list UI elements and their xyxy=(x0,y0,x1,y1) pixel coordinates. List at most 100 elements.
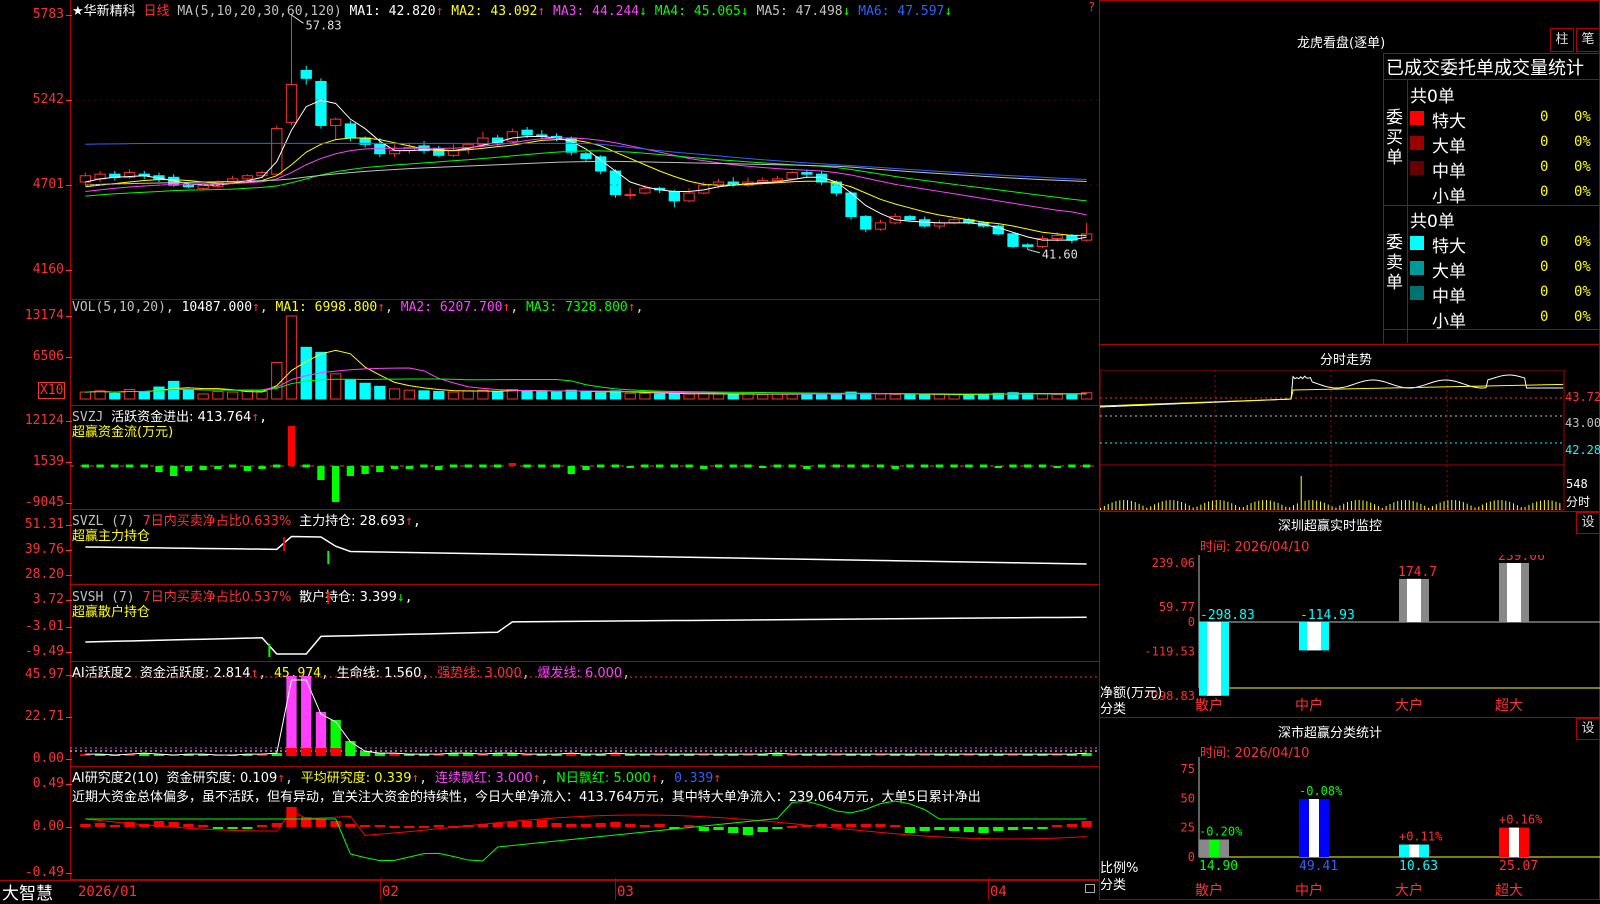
monitor-bar-value: 174.7 xyxy=(1398,565,1437,580)
ai-research-chart[interactable] xyxy=(70,766,1100,880)
svzj-dash xyxy=(906,465,913,468)
intraday-vol-bar xyxy=(1285,507,1286,510)
monitor-bar xyxy=(1399,579,1429,622)
svzj-dash xyxy=(538,465,545,468)
classify-bar-chart[interactable]: 75 50 25 0 -0.20% 14.90 散户 -0.08% 49.41 中户 +0.11% 1… xyxy=(1099,757,1600,900)
intraday-vol-bar xyxy=(1347,502,1348,510)
intraday-chart[interactable] xyxy=(1099,370,1600,511)
volume-chart[interactable] xyxy=(70,299,1100,406)
intraday-vol-bar xyxy=(1474,507,1475,510)
candle-body xyxy=(905,217,915,220)
candle-body xyxy=(183,185,193,187)
volume-bar xyxy=(1067,394,1077,399)
intraday-vol-bar xyxy=(1490,501,1491,510)
ai-active-base-bar xyxy=(301,748,311,756)
svzl-chart[interactable] xyxy=(70,509,1100,585)
ai-research-bar xyxy=(434,825,444,827)
candle-body xyxy=(669,191,679,200)
intraday-vol-bar xyxy=(1544,500,1545,510)
svsh-chart[interactable] xyxy=(70,584,1100,662)
volume-bar xyxy=(728,395,738,399)
x-divider-feb xyxy=(380,878,381,900)
classify-bar xyxy=(1399,845,1429,857)
intraday-price-mid: 43.00 xyxy=(1565,416,1600,430)
lhk-row-percent: 0% xyxy=(1574,109,1591,125)
svzj-dash xyxy=(877,465,884,468)
intraday-vol-bar xyxy=(1177,501,1178,510)
svzj-chart[interactable] xyxy=(70,405,1100,510)
classify-bar xyxy=(1499,828,1529,857)
volume-bar xyxy=(684,394,694,399)
classify-bar-change: -0.08% xyxy=(1299,784,1343,798)
intraday-vol-bar xyxy=(1424,506,1425,510)
intraday-vol-bar xyxy=(1262,500,1263,510)
ai-research-bar xyxy=(875,824,885,827)
candle-body xyxy=(875,223,885,229)
candle-body xyxy=(375,144,385,153)
bar-mode-button[interactable]: 柱 xyxy=(1550,28,1574,52)
ai-research-bar xyxy=(316,819,326,827)
vol-ma1-line xyxy=(85,350,1086,394)
svzj-dash xyxy=(420,465,427,468)
ai-research-bar xyxy=(890,825,900,827)
ai-research-bar xyxy=(787,826,797,828)
intraday-vol-bar xyxy=(1150,506,1151,510)
lock-icon[interactable] xyxy=(1085,884,1095,893)
intraday-title: 分时走势 xyxy=(1320,349,1372,368)
ai-research-bar xyxy=(654,824,664,827)
ai-research-bar xyxy=(404,826,414,828)
intraday-vol-bar xyxy=(1536,502,1537,510)
svzj-bar xyxy=(391,466,398,469)
candle-body xyxy=(772,179,782,181)
ai-research-bar xyxy=(1081,821,1091,827)
volume-bar xyxy=(272,362,282,399)
volume-bar xyxy=(964,395,974,399)
classify-divider xyxy=(1099,717,1600,718)
monitor-category: 超大 xyxy=(1495,698,1523,714)
svzj-bar xyxy=(332,466,339,502)
scroll-arrow-icon[interactable]: ? xyxy=(1088,0,1095,14)
svzj-bar xyxy=(361,466,368,474)
ai-active-chart[interactable] xyxy=(70,661,1100,767)
ai-research-bar xyxy=(242,827,252,829)
classify-settings-button[interactable]: 设 xyxy=(1576,718,1600,740)
volume-bar xyxy=(492,391,502,399)
ai-research-bar xyxy=(949,827,959,831)
y-tick-mark xyxy=(66,652,72,653)
ai-research-bar xyxy=(345,824,355,827)
monitor-bar-chart[interactable]: 239.0659.770-119.53-298.83-298.83散户-114.… xyxy=(1099,555,1600,715)
monitor-y-tick: 0 xyxy=(1188,615,1195,629)
candle-body xyxy=(581,154,591,159)
ai-research-bar xyxy=(596,823,606,827)
intraday-vol-bar xyxy=(1208,501,1209,510)
svzj-dash xyxy=(980,465,987,468)
svzj-bar xyxy=(759,466,766,468)
candle-body xyxy=(1008,234,1018,247)
ai-research-bar xyxy=(831,824,841,827)
volume-bar xyxy=(404,390,414,399)
y-tick-label: 22.71 xyxy=(2,709,64,724)
intraday-price-low: 42.28 xyxy=(1565,443,1600,457)
classify-y-tick: 0 xyxy=(1188,850,1195,864)
ai-research-bar xyxy=(286,807,296,827)
intraday-vol-bar xyxy=(1540,501,1541,510)
svzj-dash xyxy=(936,465,943,468)
y-tick-mark xyxy=(66,462,72,463)
candle-body xyxy=(242,176,252,179)
ai-research-bar xyxy=(169,822,179,827)
svzj-bar xyxy=(155,466,162,472)
y-tick-label: 5242 xyxy=(2,92,64,107)
monitor-bar-value: -298.83 xyxy=(1200,608,1255,623)
lhk-row-value: 0 xyxy=(1540,284,1548,300)
candle-body xyxy=(640,188,650,193)
classify-bar xyxy=(1199,840,1229,857)
monitor-settings-button[interactable]: 设 xyxy=(1576,512,1600,534)
classify-bar-change: +0.16% xyxy=(1499,813,1543,827)
svzj-bar xyxy=(1054,466,1061,468)
candlestick-chart[interactable]: 57.83 41.60 xyxy=(70,0,1100,300)
svzj-bar xyxy=(288,426,295,466)
tick-mode-button[interactable]: 笔 xyxy=(1576,28,1600,52)
intraday-vol-bar xyxy=(1509,502,1510,510)
intraday-vol-bar xyxy=(1127,500,1128,510)
candle-body xyxy=(522,130,532,135)
